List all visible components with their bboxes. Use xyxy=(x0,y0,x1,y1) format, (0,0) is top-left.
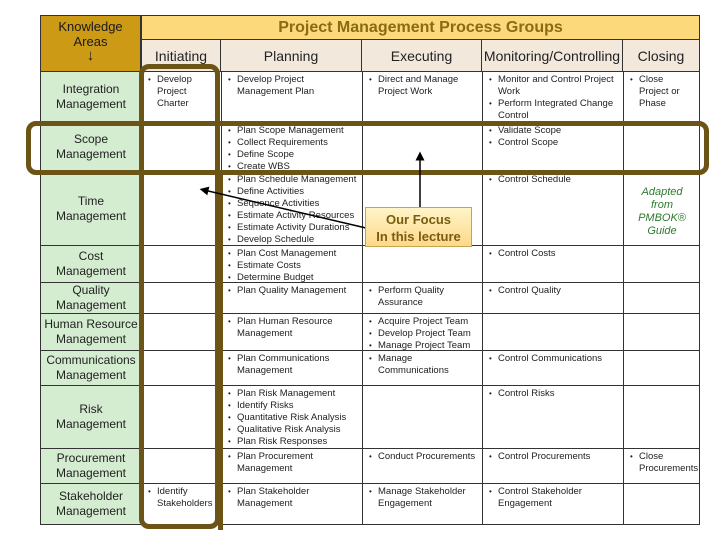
our-focus-callout: Our Focus In this lecture xyxy=(365,207,472,247)
note-line-3: PMBOK® xyxy=(638,212,686,224)
callout-line-1: Our Focus xyxy=(385,212,451,227)
note-line-1: Adapted xyxy=(641,186,683,198)
callout-arrows xyxy=(199,151,425,229)
note-line-2: from xyxy=(651,199,673,211)
note-line-4: Guide xyxy=(647,225,677,237)
callout-line-2: In this lecture xyxy=(376,229,461,244)
arrow-to-initiating xyxy=(199,186,367,229)
pmbok-source-note: Adapted from PMBOK® Guide xyxy=(626,186,698,238)
